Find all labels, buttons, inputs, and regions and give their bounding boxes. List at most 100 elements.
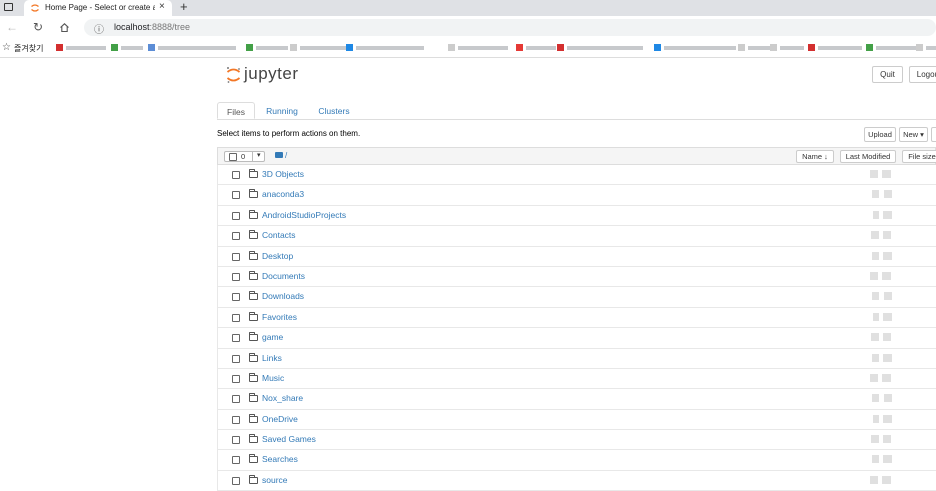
bookmark-star-icon: ☆: [2, 42, 11, 53]
list-item[interactable]: source: [217, 470, 936, 491]
item-checkbox[interactable]: [232, 313, 240, 322]
list-item[interactable]: Favorites: [217, 307, 936, 329]
item-link[interactable]: Downloads: [262, 291, 304, 301]
item-checkbox[interactable]: [232, 211, 240, 220]
home-icon[interactable]: [59, 22, 70, 33]
list-item[interactable]: game: [217, 328, 936, 349]
logout-button[interactable]: Logout: [909, 66, 936, 83]
item-checkbox[interactable]: [232, 436, 240, 445]
upload-button[interactable]: Upload: [864, 127, 896, 142]
last-modified-value: [870, 251, 895, 260]
sort-last-modified-button[interactable]: Last Modified: [840, 150, 896, 163]
list-item[interactable]: Nox_share: [217, 389, 936, 410]
list-item[interactable]: Music: [217, 368, 936, 390]
item-link[interactable]: game: [262, 332, 283, 342]
item-checkbox[interactable]: [232, 334, 240, 343]
tab-running[interactable]: Running: [262, 102, 302, 119]
item-checkbox[interactable]: [232, 354, 240, 363]
folder-icon: [249, 474, 258, 484]
list-item[interactable]: Saved Games: [217, 430, 936, 451]
file-rows: 3D Objects anaconda3 AndroidStudioProjects…: [217, 165, 936, 491]
tab-files[interactable]: Files: [217, 102, 255, 119]
last-modified-value: [870, 292, 895, 301]
list-item[interactable]: Links: [217, 348, 936, 369]
item-link[interactable]: AndroidStudioProjects: [262, 210, 346, 220]
list-item[interactable]: Downloads: [217, 287, 936, 308]
folder-icon: [249, 250, 258, 260]
last-modified-value: [870, 190, 895, 199]
item-link[interactable]: Nox_share: [262, 393, 303, 403]
item-checkbox[interactable]: [232, 476, 240, 485]
item-link[interactable]: source: [262, 475, 288, 485]
close-tab-icon[interactable]: ×: [159, 1, 165, 12]
item-link[interactable]: Documents: [262, 271, 305, 281]
tab-clusters[interactable]: Clusters: [315, 102, 353, 119]
url-path: :8888/tree: [149, 22, 191, 32]
item-link[interactable]: Contacts: [262, 230, 296, 240]
item-checkbox[interactable]: [232, 191, 240, 200]
item-checkbox[interactable]: [232, 374, 240, 383]
new-tab-icon[interactable]: +: [180, 0, 188, 14]
item-checkbox[interactable]: [232, 232, 240, 241]
item-link[interactable]: Saved Games: [262, 434, 316, 444]
folder-icon: [249, 189, 258, 199]
last-modified-value: [870, 271, 895, 280]
last-modified-value: [870, 353, 895, 362]
select-all-checkbox[interactable]: [229, 153, 237, 161]
item-checkbox[interactable]: [232, 456, 240, 465]
folder-home-icon[interactable]: [275, 152, 283, 158]
quit-button[interactable]: Quit: [872, 66, 903, 83]
list-item[interactable]: Desktop: [217, 246, 936, 267]
item-link[interactable]: OneDrive: [262, 414, 298, 424]
selected-count: 0: [241, 152, 246, 161]
file-list: 0 ▾ / Name ↓ Last Modified File size 3D …: [217, 147, 936, 491]
list-item[interactable]: OneDrive: [217, 409, 936, 431]
breadcrumb[interactable]: /: [285, 151, 287, 160]
folder-icon: [249, 209, 258, 219]
item-checkbox[interactable]: [232, 171, 240, 179]
item-checkbox[interactable]: [232, 252, 240, 261]
list-item[interactable]: 3D Objects: [217, 165, 936, 186]
item-link[interactable]: Favorites: [262, 312, 297, 322]
reload-icon[interactable]: ↻: [33, 20, 43, 34]
list-item[interactable]: Contacts: [217, 226, 936, 247]
bookmarks-label[interactable]: 즐겨찾기: [14, 43, 43, 54]
chevron-down-icon[interactable]: ▾: [252, 151, 261, 162]
sort-name-button[interactable]: Name ↓: [796, 150, 834, 163]
select-all-dropdown[interactable]: 0 ▾: [224, 151, 265, 162]
jupyter-logo-text: jupyter: [244, 64, 299, 83]
folder-icon: [249, 434, 258, 444]
folder-icon: [249, 454, 258, 464]
site-info-icon[interactable]: ⓘ: [94, 21, 104, 36]
refresh-button[interactable]: [931, 127, 936, 142]
list-item[interactable]: Searches: [217, 450, 936, 471]
url-bar[interactable]: ⓘ localhost:8888/tree: [84, 19, 936, 36]
sort-file-size-button[interactable]: File size: [902, 150, 936, 163]
item-link[interactable]: Searches: [262, 454, 298, 464]
item-link[interactable]: Desktop: [262, 251, 293, 261]
jupyter-logo-icon: [226, 67, 241, 83]
item-checkbox[interactable]: [232, 415, 240, 424]
window-menu-icon[interactable]: [4, 3, 13, 11]
list-item[interactable]: AndroidStudioProjects: [217, 205, 936, 227]
last-modified-value: [870, 475, 895, 484]
back-icon[interactable]: ←: [6, 20, 18, 34]
item-link[interactable]: Links: [262, 353, 282, 363]
list-item[interactable]: Documents: [217, 266, 936, 288]
item-link[interactable]: 3D Objects: [262, 169, 304, 179]
item-checkbox[interactable]: [232, 293, 240, 302]
last-modified-value: [870, 312, 895, 321]
url-host: localhost: [114, 22, 150, 32]
item-checkbox[interactable]: [232, 395, 240, 404]
folder-icon: [249, 230, 258, 240]
last-modified-value: [870, 455, 895, 464]
list-item[interactable]: anaconda3: [217, 185, 936, 206]
folder-icon: [249, 393, 258, 403]
last-modified-value: [870, 333, 895, 342]
browser-tab[interactable]: Home Page - Select or create a n ×: [24, 0, 172, 16]
new-dropdown-button[interactable]: New ▾: [899, 127, 928, 142]
item-link[interactable]: anaconda3: [262, 189, 304, 199]
item-checkbox[interactable]: [232, 272, 240, 281]
item-link[interactable]: Music: [262, 373, 284, 383]
file-list-header: 0 ▾ / Name ↓ Last Modified File size: [217, 147, 936, 165]
